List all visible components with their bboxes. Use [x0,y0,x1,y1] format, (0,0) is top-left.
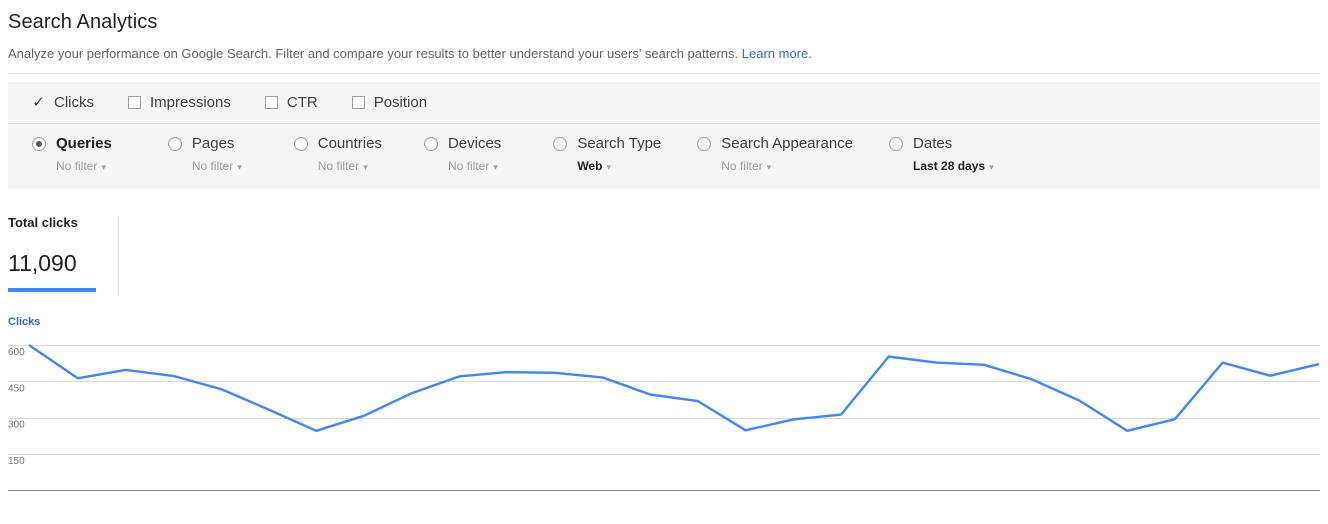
chart-gridlines [8,345,1320,455]
checkmark-icon: ✓ [32,94,45,111]
chevron-down-icon: ▾ [606,161,611,172]
metric-label-clicks: Clicks [54,94,94,111]
chart-y-tick-label: 300 [8,420,25,431]
dimension-label-search-appearance: Search Appearance [721,135,854,152]
chevron-down-icon: ▾ [766,161,772,172]
dimension-filter-dates[interactable]: Last 28 days ▾ [913,159,994,174]
dimension-filter-value-dates: Last 28 days [913,159,986,173]
metric-toggle-position[interactable]: Position [351,94,428,111]
radio-icon[interactable] [553,136,568,151]
chart-y-tick-label: 450 [8,383,25,394]
dimension-filter-search-type[interactable]: Web ▾ [577,159,661,174]
metric-label-ctr: CTR [286,94,318,111]
dimension-filter-countries[interactable]: No filter ▾ [318,159,382,174]
page-subtitle: Analyze your performance on Google Searc… [8,46,1328,62]
radio-icon[interactable] [423,136,438,151]
dimension-label-search-type: Search Type [577,135,662,152]
checkbox-icon [264,96,278,109]
total-clicks-value: 11,090 [8,250,77,276]
dimension-countries[interactable]: Countries No filter ▾ [293,135,382,174]
dimension-label-dates: Dates [913,135,953,152]
dimension-filter-value-search-appearance: No filter [721,159,763,173]
chevron-down-icon: ▾ [101,161,106,172]
header-divider [8,73,1320,74]
dimension-filter-pages[interactable]: No filter ▾ [192,159,242,174]
page-header: Search Analytics Analyze your performanc… [0,0,1328,62]
chart-tick-labels: 600 450 300 150 [8,347,25,467]
chart-y-tick-label: 600 [8,347,25,358]
dimension-filter-value-pages: No filter [191,159,234,173]
learn-more-link[interactable]: Learn more. [742,46,812,61]
dimension-filter-value-countries: No filter [317,159,360,173]
dimension-label-pages: Pages [191,135,235,152]
chevron-down-icon: ▾ [989,161,994,172]
total-clicks-label: Total clicks [8,215,78,230]
dimension-label-countries: Countries [317,135,382,152]
metric-toggle-impressions[interactable]: Impressions [128,94,231,111]
radio-icon[interactable] [697,136,712,151]
filter-panel: ✓ Clicks Impressions CTR Position Querie… [8,82,1320,189]
radio-icon[interactable] [167,136,182,151]
dimension-search-appearance[interactable]: Search Appearance No filter ▾ [697,135,853,174]
dimension-search-type[interactable]: Search Type Web ▾ [553,135,661,174]
totals-area: Total clicks 11,090 [0,215,1328,295]
chevron-down-icon: ▾ [237,161,242,172]
dimension-filter-queries[interactable]: No filter ▾ [56,159,112,174]
clicks-chart: Clicks 600 450 300 150 [0,312,1328,512]
page-title: Search Analytics [8,11,158,33]
page-subtitle-text: Analyze your performance on Google Searc… [8,46,739,61]
dimension-pages[interactable]: Pages No filter ▾ [167,135,242,174]
chart-y-tick-label: 150 [8,456,25,467]
radio-icon[interactable] [293,136,308,151]
metric-label-position: Position [373,94,428,111]
metric-label-impressions: Impressions [150,94,231,111]
total-clicks-accent-bar [8,288,96,292]
dimension-filter-value-devices: No filter [447,159,490,173]
dimension-label-devices: Devices [447,135,502,152]
chevron-down-icon: ▾ [363,161,368,172]
dimension-dates[interactable]: Dates Last 28 days ▾ [889,135,994,174]
dimension-queries[interactable]: Queries No filter ▾ [32,135,112,174]
dimension-filter-value-search-type: Web [577,159,603,173]
metrics-row: ✓ Clicks Impressions CTR Position [8,82,1320,124]
chart-plot-svg: 600 450 300 150 [8,344,1320,491]
metric-toggle-clicks[interactable]: ✓ Clicks [32,94,94,111]
checkbox-icon [128,96,141,109]
chevron-down-icon: ▾ [493,161,498,172]
radio-icon[interactable] [32,136,46,151]
dimension-label-queries: Queries [56,135,112,152]
total-clicks-card[interactable]: Total clicks 11,090 [8,215,112,292]
dimension-devices[interactable]: Devices No filter ▾ [423,135,502,174]
dimension-filter-devices[interactable]: No filter ▾ [448,159,501,174]
metric-toggle-ctr[interactable]: CTR [264,94,318,111]
dimension-filter-search-appearance[interactable]: No filter ▾ [721,159,853,174]
totals-divider [118,217,119,295]
dimensions-row: Queries No filter ▾ Pages No filter ▾ Coun… [8,124,1320,189]
dimension-filter-value-queries: No filter [56,159,98,173]
radio-icon[interactable] [889,136,904,151]
checkbox-icon [351,96,365,109]
